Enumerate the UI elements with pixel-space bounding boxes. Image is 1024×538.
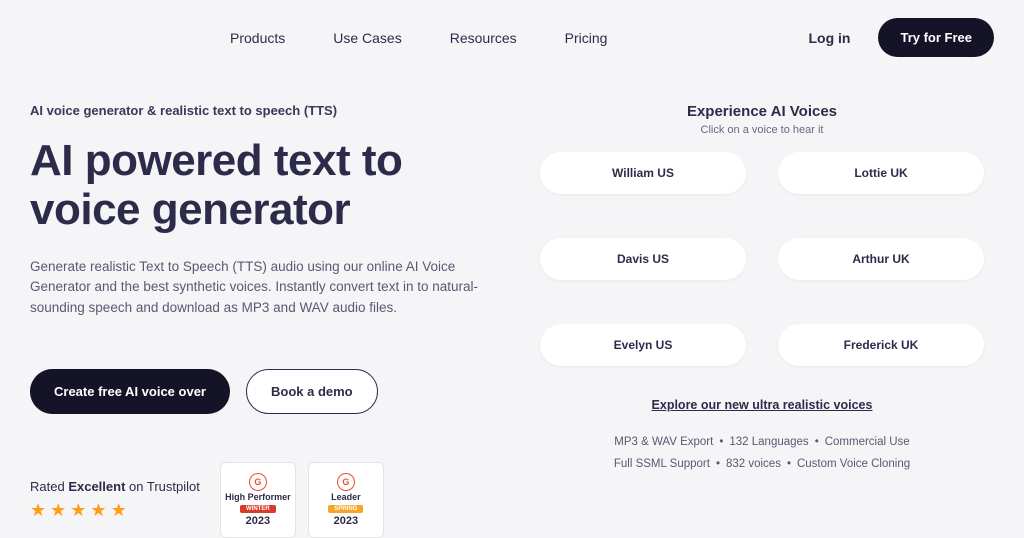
hero-description: Generate realistic Text to Speech (TTS) … [30, 257, 490, 320]
voices-title: Experience AI Voices [530, 103, 994, 120]
badge-season: WINTER [240, 505, 276, 513]
try-free-button[interactable]: Try for Free [878, 18, 994, 57]
voice-davis-us[interactable]: Davis US [540, 238, 746, 280]
voices-subtitle: Click on a voice to hear it [530, 124, 994, 136]
login-link[interactable]: Log in [808, 30, 850, 46]
star-icon: ★ [50, 500, 66, 521]
cta-row: Create free AI voice over Book a demo [30, 369, 500, 414]
feature-item: 832 voices [726, 458, 781, 470]
voice-evelyn-us[interactable]: Evelyn US [540, 324, 746, 366]
feature-item: Full SSML Support [614, 458, 710, 470]
hero-tagline: AI voice generator & realistic text to s… [30, 103, 500, 118]
feature-item: MP3 & WAV Export [614, 436, 713, 448]
nav-use-cases[interactable]: Use Cases [333, 30, 401, 46]
voice-frederick-uk[interactable]: Frederick UK [778, 324, 984, 366]
voices-section: Experience AI Voices Click on a voice to… [530, 103, 994, 538]
voice-lottie-uk[interactable]: Lottie UK [778, 152, 984, 194]
trust-text: Rated Excellent on Trustpilot [30, 479, 200, 494]
nav-links: Products Use Cases Resources Pricing [230, 30, 607, 46]
g2-logo-icon: G [249, 473, 267, 491]
trust-prefix: Rated [30, 479, 68, 494]
star-icon: ★ [70, 500, 86, 521]
voice-arthur-uk[interactable]: Arthur UK [778, 238, 984, 280]
star-icon: ★ [30, 500, 46, 521]
trustpilot-rating: Rated Excellent on Trustpilot ★ ★ ★ ★ ★ [30, 479, 200, 521]
g2-logo-icon: G [337, 473, 355, 491]
nav-pricing[interactable]: Pricing [565, 30, 608, 46]
star-icon: ★ [90, 500, 106, 521]
create-voiceover-button[interactable]: Create free AI voice over [30, 369, 230, 414]
top-nav: Products Use Cases Resources Pricing Log… [0, 0, 1024, 75]
star-icon: ★ [111, 500, 127, 521]
hero-title: AI powered text to voice generator [30, 136, 500, 235]
feature-item: Commercial Use [825, 436, 910, 448]
features-line-1: MP3 & WAV Export•132 Languages•Commercia… [530, 432, 994, 454]
nav-resources[interactable]: Resources [450, 30, 517, 46]
voice-grid: William US Lottie UK Davis US Arthur UK … [530, 152, 994, 386]
badge-year: 2023 [334, 515, 358, 527]
trust-suffix: on Trustpilot [125, 479, 199, 494]
book-demo-button[interactable]: Book a demo [246, 369, 378, 414]
nav-right: Log in Try for Free [808, 18, 994, 57]
feature-item: 132 Languages [729, 436, 808, 448]
features-list: MP3 & WAV Export•132 Languages•Commercia… [530, 432, 994, 476]
trust-strong: Excellent [68, 479, 125, 494]
features-line-2: Full SSML Support•832 voices•Custom Voic… [530, 454, 994, 476]
voice-william-us[interactable]: William US [540, 152, 746, 194]
nav-products[interactable]: Products [230, 30, 285, 46]
badge-label: Leader [331, 493, 361, 503]
main-content: AI voice generator & realistic text to s… [0, 75, 1024, 538]
badge-label: High Performer [225, 493, 291, 503]
feature-item: Custom Voice Cloning [797, 458, 910, 470]
badge-year: 2023 [246, 515, 270, 527]
hero-section: AI voice generator & realistic text to s… [30, 103, 500, 538]
badge-season: SPRING [328, 505, 363, 513]
star-rating: ★ ★ ★ ★ ★ [30, 500, 200, 521]
explore-voices-link[interactable]: Explore our new ultra realistic voices [652, 398, 873, 412]
